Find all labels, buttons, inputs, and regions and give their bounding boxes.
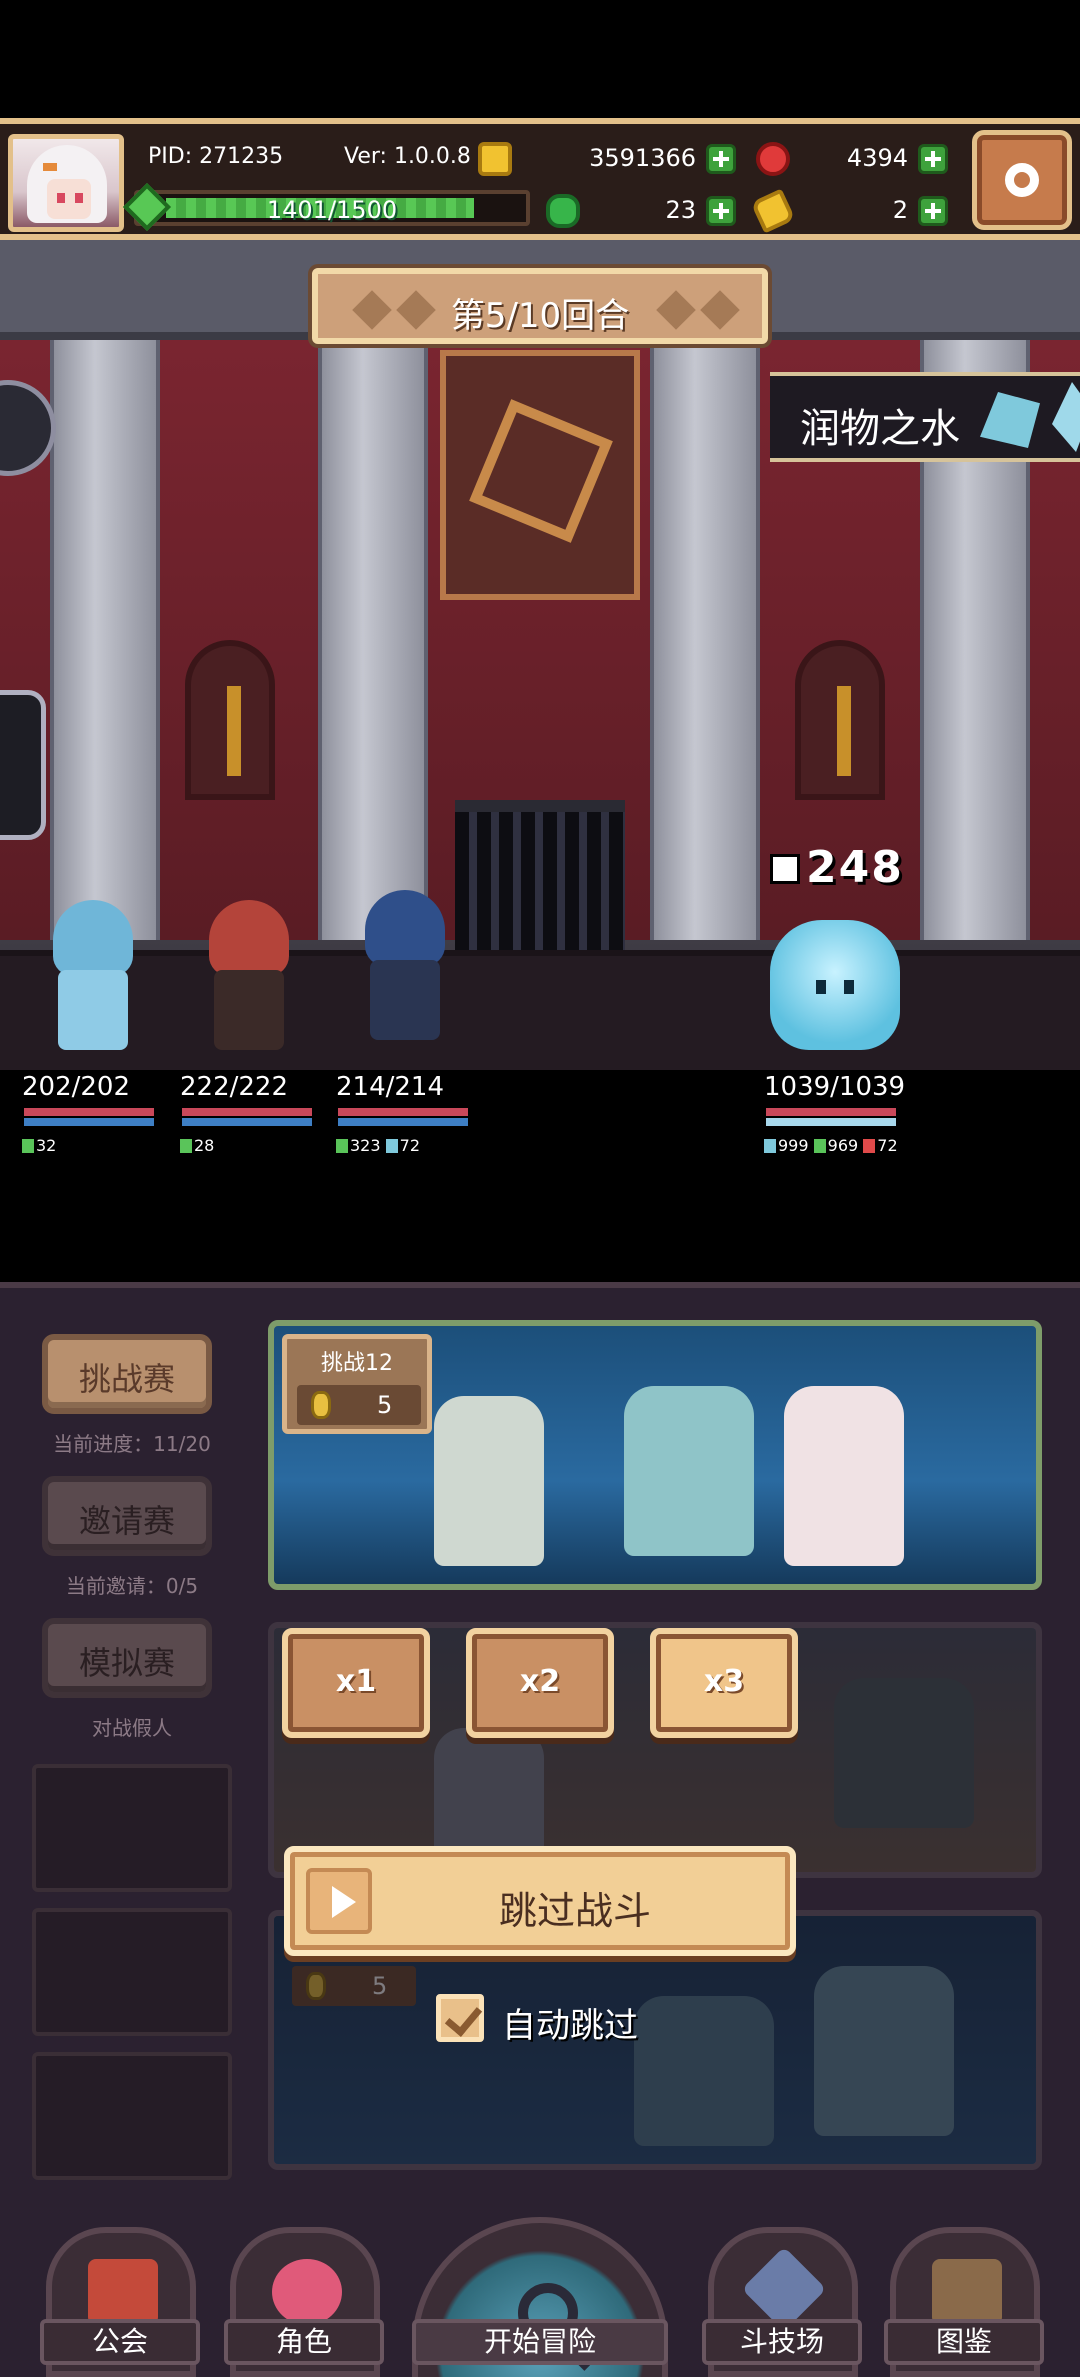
water-drop-icon (385, 1139, 398, 1153)
speed-x2-button[interactable]: x2 (466, 1628, 614, 1738)
system-status-bar (0, 0, 1080, 118)
attack-icon (22, 1139, 34, 1153)
simulation-mode-button[interactable]: 模拟赛 (42, 1618, 212, 1698)
speed-x1-button[interactable]: x1 (282, 1628, 430, 1738)
potion-counter: 2 (750, 188, 952, 234)
challenge-progress: 当前进度：11/20 (53, 1432, 211, 1456)
heart-icon (863, 1139, 876, 1153)
empty-mode-slot (32, 1908, 232, 2036)
add-ruby-plus-icon[interactable] (918, 144, 948, 174)
ruby-value: 4394 (846, 144, 908, 172)
gear-icon (1005, 163, 1039, 197)
player-id: PID: 271235 (148, 144, 284, 169)
enemy-hp-panel: 1039/1039 999 969 72 (764, 1072, 906, 1155)
attack-icon (336, 1139, 348, 1153)
add-clover-plus-icon[interactable] (706, 196, 736, 226)
invitation-mode-button[interactable]: 邀请赛 (42, 1476, 212, 1556)
hero-hp-panel: 202/202 32 (22, 1072, 162, 1155)
experience-bar: 1401/1500 (122, 182, 530, 232)
round-counter: 第5/10回合 (450, 296, 630, 336)
enemy-water-slime[interactable] (770, 920, 900, 1050)
player-avatar[interactable] (8, 134, 124, 232)
speed-x3-button[interactable]: x3 (650, 1628, 798, 1738)
settings-button[interactable] (972, 130, 1072, 230)
auto-skip-label: 自动跳过 (502, 2006, 638, 2046)
enemy-hp: 1039/1039 (764, 1072, 906, 1102)
empty-mode-slot (32, 2052, 232, 2180)
experience-text: 1401/1500 (266, 196, 398, 224)
gold-coin-icon (478, 142, 512, 176)
round-banner: 第5/10回合 (312, 268, 768, 344)
add-potion-plus-icon[interactable] (918, 196, 948, 226)
nav-arena-label[interactable]: 斗技场 (702, 2319, 862, 2365)
hp-bar (22, 1106, 156, 1118)
character-icon (272, 2259, 342, 2325)
codex-book-icon (932, 2259, 1002, 2325)
hp-bar (336, 1106, 470, 1118)
hero-unit[interactable] (340, 870, 470, 1050)
hero-hp: 214/214 (336, 1072, 445, 1102)
add-gold-plus-icon[interactable] (706, 144, 736, 174)
damage-number: 248 (770, 842, 904, 893)
hp-bar (764, 1106, 898, 1118)
ticket-icon (311, 1391, 331, 1419)
attack-icon (180, 1139, 192, 1153)
nav-guild-label[interactable]: 公会 (40, 2319, 200, 2365)
attack-icon (813, 1139, 826, 1153)
gold-value: 3591366 (589, 144, 696, 172)
empty-mode-slot (32, 1764, 232, 1892)
hero-unit[interactable] (184, 880, 314, 1060)
skill-name: 润物之水 (800, 406, 960, 452)
skip-battle-button[interactable]: 跳过战斗 (284, 1846, 796, 1956)
shield-bar (764, 1118, 898, 1128)
castle-banner (440, 350, 640, 600)
resource-bar: PID: 271235 Ver: 1.0.0.8 3591366 4394 14… (0, 118, 1080, 240)
hero-hp: 202/202 (22, 1072, 131, 1102)
stage-card[interactable]: 挑战12 5 (268, 1320, 1042, 1590)
potion-value: 2 (892, 196, 908, 224)
stage-title: 挑战12 (321, 1351, 393, 1376)
mp-bar (180, 1118, 314, 1128)
simulation-description: 对战假人 (92, 1716, 172, 1740)
nav-character-label[interactable]: 角色 (224, 2319, 384, 2365)
sword-ornament-icon (837, 686, 851, 776)
version-label: Ver: 1.0.0.8 (344, 144, 471, 169)
mp-bar (22, 1118, 156, 1128)
hero-unit[interactable] (28, 880, 158, 1060)
ruby-counter: 4394 (756, 138, 952, 180)
invitation-progress: 当前邀请：0/5 (65, 1574, 199, 1598)
guild-house-icon (88, 2259, 158, 2325)
potion-icon (750, 188, 796, 234)
nav-codex-label[interactable]: 图鉴 (884, 2319, 1044, 2365)
stage-character (624, 1386, 754, 1556)
sword-ornament-icon (227, 686, 241, 776)
clover-counter: 23 (546, 190, 740, 232)
player-info: PID: 271235 Ver: 1.0.0.8 (138, 138, 478, 180)
hero-hp-panel: 214/214 323 72 (336, 1072, 476, 1155)
stage-character (784, 1386, 904, 1566)
nav-adventure-label[interactable]: 开始冒险 (412, 2319, 668, 2365)
hero-hp-panel: 222/222 28 (180, 1072, 320, 1155)
stage-character (434, 1396, 544, 1566)
battle-scene (0, 240, 1080, 1070)
hp-bar (180, 1106, 314, 1118)
checkbox-checked-icon[interactable] (436, 1994, 484, 2042)
ruby-icon (756, 142, 790, 176)
gold-counter: 3591366 (478, 138, 740, 180)
clover-value: 23 (665, 196, 696, 224)
wall-niche (795, 640, 885, 800)
stage-cost-badge: 挑战12 5 (282, 1334, 432, 1434)
challenge-mode-button[interactable]: 挑战赛 (42, 1334, 212, 1414)
water-drop-icon (764, 1139, 776, 1153)
wall-niche (185, 640, 275, 800)
book-icon (770, 854, 800, 884)
bottom-navigation: 公会 角色 开始冒险 斗技场 图鉴 (0, 2197, 1080, 2377)
side-menu-button[interactable] (0, 690, 46, 840)
hero-hp: 222/222 (180, 1072, 289, 1102)
water-crystal-icon (980, 392, 1040, 448)
clover-icon (546, 194, 580, 228)
skill-name-tag: 润物之水 (770, 372, 1080, 462)
mp-bar (336, 1118, 470, 1128)
